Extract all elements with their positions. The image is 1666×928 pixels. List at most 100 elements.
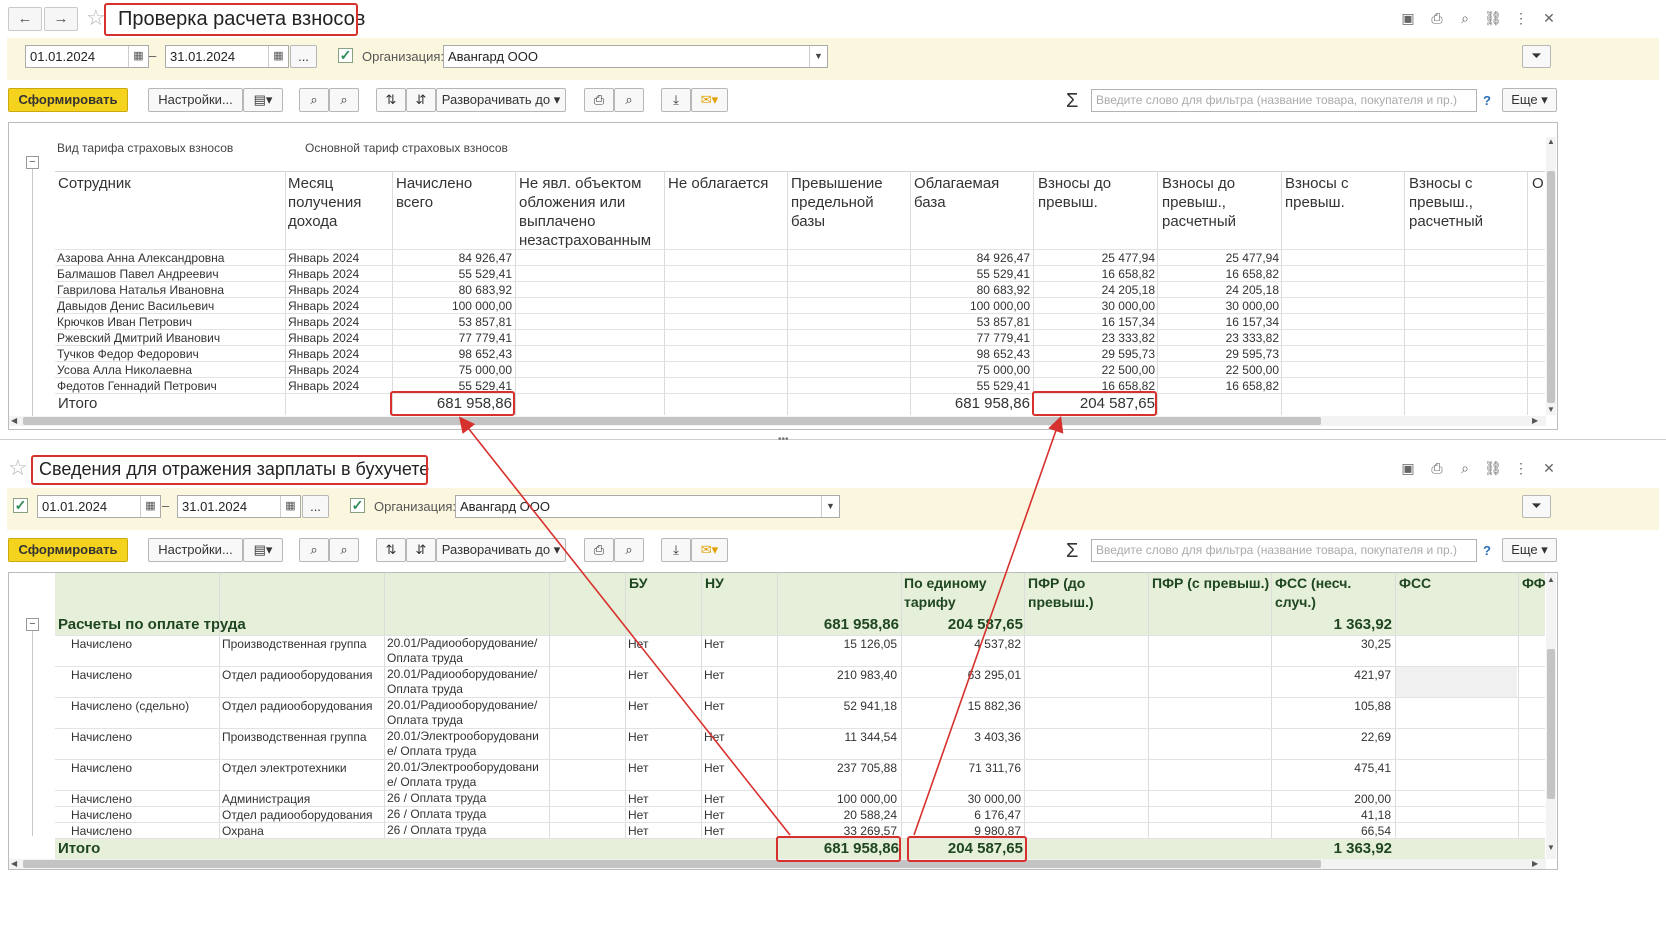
scroll-left-icon[interactable]: ◀	[11, 859, 17, 869]
report2-hscroll[interactable]: ◀ ▶	[9, 859, 1546, 869]
search-advanced-button[interactable]: ⌕	[329, 538, 359, 562]
org-select[interactable]: Авангард ООО ▼	[455, 495, 840, 518]
report2-vscroll[interactable]: ▲ ▼	[1546, 573, 1556, 859]
window2-title: Сведения для отражения зарплаты в бухуче…	[39, 459, 430, 479]
more-button[interactable]: Еще ▾	[1502, 88, 1557, 112]
expand-to-button[interactable]: Разворачивать до ▾	[436, 538, 566, 562]
splitter-handle[interactable]: •••	[778, 435, 789, 445]
bu-flag: Нет	[628, 730, 649, 744]
accrued-amount: 33 269,57	[843, 824, 897, 838]
printer-button[interactable]: ⎙	[584, 88, 614, 112]
org-checkbox[interactable]: ✓	[350, 498, 365, 513]
more-button[interactable]: Еще ▾	[1502, 538, 1557, 562]
star-icon[interactable]: ☆	[86, 7, 106, 29]
settings-button[interactable]: Настройки...	[148, 538, 243, 562]
scroll-down-icon[interactable]: ▼	[1547, 405, 1555, 415]
sort-asc-button[interactable]: ⇅	[376, 88, 406, 112]
generate-button[interactable]: Сформировать	[8, 88, 128, 112]
period-select-button[interactable]: ...	[290, 45, 317, 68]
filter-button[interactable]: ⏷	[1522, 45, 1551, 68]
report-search-input[interactable]: Введите слово для фильтра (название това…	[1091, 89, 1477, 112]
calendar-icon[interactable]: ▦	[280, 496, 300, 517]
total-contrib-before: 204 587,65	[1079, 395, 1155, 412]
org-checkbox[interactable]: ✓	[338, 48, 353, 63]
help-button[interactable]: ?	[1483, 543, 1491, 558]
scroll-down-icon[interactable]: ▼	[1547, 843, 1555, 853]
report1-vscroll-thumb[interactable]	[1547, 171, 1555, 403]
calendar-icon[interactable]: ▦	[140, 496, 160, 517]
date-to-input[interactable]: 31.01.2024 ▦	[165, 45, 289, 68]
accrued-amount: 20 588,24	[843, 808, 897, 822]
collapse-icon[interactable]: −	[26, 618, 39, 631]
period-checkbox[interactable]: ✓	[13, 498, 28, 513]
sigma-icon[interactable]: Σ	[1066, 90, 1078, 112]
period-select-button[interactable]: ...	[302, 495, 329, 518]
date-from-input[interactable]: 01.01.2024 ▦	[25, 45, 149, 68]
taxable-base: 77 779,41	[976, 331, 1030, 345]
close-icon[interactable]: ✕	[1538, 457, 1560, 479]
email-button[interactable]: ✉▾	[691, 538, 728, 562]
search-advanced-button[interactable]: ⌕	[329, 88, 359, 112]
search-button[interactable]: ⌕	[299, 538, 329, 562]
contrib-before-calc: 25 477,94	[1225, 251, 1279, 265]
more-vert-icon[interactable]: ⋮	[1510, 7, 1532, 29]
variants-button[interactable]: ▤▾	[243, 88, 283, 112]
date-from-input[interactable]: 01.01.2024 ▦	[37, 495, 161, 518]
settings-button[interactable]: Настройки...	[148, 88, 243, 112]
report-search-input[interactable]: Введите слово для фильтра (название това…	[1091, 539, 1477, 562]
variants-button[interactable]: ▤▾	[243, 538, 283, 562]
scroll-right-icon[interactable]: ▶	[1532, 859, 1538, 869]
report1-vscroll[interactable]: ▲ ▼	[1546, 137, 1556, 415]
save-icon[interactable]: ▣	[1397, 7, 1419, 29]
report2-vscroll-thumb[interactable]	[1547, 649, 1555, 799]
more-vert-icon[interactable]: ⋮	[1510, 457, 1532, 479]
back-button[interactable]: ←	[8, 7, 42, 31]
preview-icon[interactable]: ⌕	[1454, 7, 1476, 29]
print-icon[interactable]: ⎙	[1426, 7, 1448, 29]
selected-cell[interactable]	[1396, 667, 1517, 697]
star-icon[interactable]: ☆	[8, 457, 28, 479]
group-fss: 1 363,92	[1333, 616, 1392, 633]
sort-desc-button[interactable]: ⇵	[406, 538, 436, 562]
printer-button[interactable]: ⎙	[584, 538, 614, 562]
search-advanced-icon: ⌕	[340, 542, 348, 557]
sort-asc-button[interactable]: ⇅	[376, 538, 406, 562]
preview-icon[interactable]: ⌕	[1454, 457, 1476, 479]
scroll-right-icon[interactable]: ▶	[1532, 416, 1538, 426]
filter-button[interactable]: ⏷	[1522, 495, 1551, 518]
link-icon[interactable]: ⛓	[1482, 457, 1504, 479]
calendar-icon[interactable]: ▦	[128, 46, 148, 67]
download-button[interactable]: ⤓	[661, 538, 691, 562]
download-icon: ⤓	[673, 542, 679, 557]
save-icon[interactable]: ▣	[1397, 457, 1419, 479]
generate-button[interactable]: Сформировать	[8, 538, 128, 562]
report1-hscroll-thumb[interactable]	[23, 417, 1321, 425]
calendar-icon[interactable]: ▦	[268, 46, 288, 67]
help-button[interactable]: ?	[1483, 93, 1491, 108]
print-preview-button[interactable]: ⌕	[614, 538, 644, 562]
chevron-down-icon[interactable]: ▼	[809, 46, 827, 67]
sigma-icon[interactable]: Σ	[1066, 540, 1078, 562]
link-icon[interactable]: ⛓	[1482, 7, 1504, 29]
download-button[interactable]: ⤓	[661, 88, 691, 112]
collapse-icon[interactable]: −	[26, 156, 39, 169]
accrued-total: 55 529,41	[458, 267, 512, 281]
report1-hscroll[interactable]: ◀ ▶	[9, 416, 1546, 426]
splitter[interactable]	[0, 439, 1666, 440]
chevron-down-icon[interactable]: ▼	[821, 496, 839, 517]
scroll-left-icon[interactable]: ◀	[11, 416, 17, 426]
fss-accident-amount: 421,97	[1354, 668, 1391, 682]
expand-to-button[interactable]: Разворачивать до ▾	[436, 88, 566, 112]
org-select[interactable]: Авангард ООО ▼	[443, 45, 828, 68]
email-button[interactable]: ✉▾	[691, 88, 728, 112]
scroll-up-icon[interactable]: ▲	[1547, 137, 1555, 147]
sort-desc-button[interactable]: ⇵	[406, 88, 436, 112]
print-icon[interactable]: ⎙	[1426, 457, 1448, 479]
scroll-up-icon[interactable]: ▲	[1547, 575, 1555, 585]
search-button[interactable]: ⌕	[299, 88, 329, 112]
print-preview-button[interactable]: ⌕	[614, 88, 644, 112]
close-icon[interactable]: ✕	[1538, 7, 1560, 29]
forward-button[interactable]: →	[44, 7, 78, 31]
report2-hscroll-thumb[interactable]	[23, 860, 1321, 868]
date-to-input[interactable]: 31.01.2024 ▦	[177, 495, 301, 518]
